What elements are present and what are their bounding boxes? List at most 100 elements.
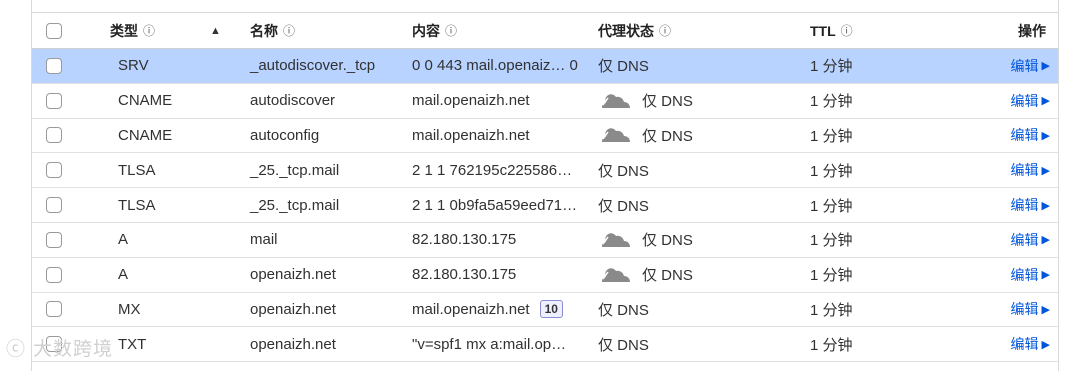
info-icon[interactable]: ⓘ [841,22,853,39]
column-header-content[interactable]: 内容 ⓘ [412,13,595,48]
record-content-text: 2 1 1 0b9fa5a59eed71… [412,196,578,214]
sort-ascending-icon[interactable]: ▲ [210,13,221,48]
record-name: mail [250,231,278,249]
edit-link-label: 编辑 [1010,162,1039,179]
select-all-checkbox[interactable] [46,22,62,39]
edit-link[interactable]: 编辑 ▶ [1011,327,1050,361]
watermark: ⓒ 大数跨境 [6,338,114,360]
proxy-status: 仅 DNS [598,293,649,327]
table-row[interactable]: MX openaizh.net mail.openaizh.net 10 仅 D… [32,293,1058,328]
info-icon[interactable]: ⓘ [445,22,457,39]
sort-arrow-icon: ▲ [210,24,221,37]
proxy-status-label: 仅 DNS [598,301,649,319]
row-select-cell[interactable] [46,188,62,222]
table-row[interactable]: A mail 82.180.130.175 仅 DNS 1 分钟 编辑 ▶ [32,223,1058,258]
row-select-cell[interactable] [46,84,62,118]
edit-link-label: 编辑 [1010,231,1039,248]
proxy-status: 仅 DNS [598,188,649,222]
record-content-text: mail.openaizh.net [412,126,530,144]
table-row[interactable]: CNAME autodiscover mail.openaizh.net 仅 D… [32,84,1058,119]
proxy-status-label: 仅 DNS [642,93,693,111]
column-type-label: 类型 [110,22,138,39]
record-ttl: 1 分钟 [810,232,853,250]
edit-link[interactable]: 编辑 ▶ [1011,258,1050,292]
record-content-overflow: 0 [569,57,578,75]
cloud-gray-icon [602,93,630,108]
record-content-text: 2 1 1 762195c225586… [412,161,573,179]
table-row[interactable]: TLSA _25._tcp.mail 2 1 1 0b9fa5a59eed71…… [32,188,1058,223]
record-name: _25._tcp.mail [250,196,340,214]
row-checkbox[interactable] [46,266,62,283]
triangle-right-icon: ▶ [1041,234,1050,247]
triangle-right-icon: ▶ [1041,95,1050,108]
edit-link-label: 编辑 [1010,336,1039,353]
select-all-cell[interactable] [46,13,62,48]
record-content-text: 82.180.130.175 [412,266,517,284]
record-content: "v=spf1 mx a:mail.op… [412,327,595,361]
edit-link-label: 编辑 [1010,266,1039,283]
record-content-text: 0 0 443 mail.openaiz… [412,57,566,75]
record-type: SRV [118,57,149,75]
table-row[interactable]: TXT openaizh.net "v=spf1 mx a:mail.op… 仅… [32,327,1058,363]
record-ttl: 1 分钟 [810,93,853,111]
record-content-text: "v=spf1 mx a:mail.op… [412,335,567,353]
edit-link[interactable]: 编辑 ▶ [1011,188,1050,222]
column-proxy-label: 代理状态 [598,22,654,39]
edit-link[interactable]: 编辑 ▶ [1011,153,1050,187]
record-ttl: 1 分钟 [810,127,853,145]
row-select-cell[interactable] [46,258,62,292]
row-checkbox[interactable] [46,301,62,318]
record-ttl: 1 分钟 [810,336,853,354]
record-content: 82.180.130.175 [412,223,595,257]
record-name: openaizh.net [250,300,336,318]
column-header-ttl[interactable]: TTL ⓘ [810,13,853,48]
edit-link[interactable]: 编辑 ▶ [1011,49,1050,83]
record-type: TLSA [118,161,156,179]
column-content-label: 内容 [412,22,440,39]
proxy-status-label: 仅 DNS [598,197,649,215]
column-header-proxy[interactable]: 代理状态 ⓘ [598,13,671,48]
table-row[interactable]: SRV _autodiscover._tcp 0 0 443 mail.open… [32,49,1058,84]
record-content: 2 1 1 0b9fa5a59eed71… [412,188,595,222]
edit-link[interactable]: 编辑 ▶ [1011,119,1050,153]
row-checkbox[interactable] [46,197,62,214]
column-header-type[interactable]: 类型 ⓘ [110,13,155,48]
row-checkbox[interactable] [46,231,62,248]
row-select-cell[interactable] [46,49,62,83]
row-select-cell[interactable] [46,223,62,257]
proxy-status-label: 仅 DNS [598,58,649,76]
info-icon[interactable]: ⓘ [143,22,155,39]
edit-link[interactable]: 编辑 ▶ [1011,293,1050,327]
record-type: CNAME [118,92,173,110]
row-select-cell[interactable] [46,293,62,327]
record-name: autoconfig [250,126,320,144]
dns-records-table: 类型 ⓘ ▲ 名称 ⓘ 内容 ⓘ 代理状态 ⓘ TTL ⓘ 操作 SRV _au… [31,0,1059,371]
row-checkbox[interactable] [46,162,62,179]
table-row[interactable]: TLSA _25._tcp.mail 2 1 1 762195c225586… … [32,153,1058,189]
table-header-row: 类型 ⓘ ▲ 名称 ⓘ 内容 ⓘ 代理状态 ⓘ TTL ⓘ 操作 [32,13,1058,49]
row-select-cell[interactable] [46,119,62,153]
edit-link-label: 编辑 [1010,92,1039,109]
record-content: 0 0 443 mail.openaiz… 0 [412,49,595,83]
proxy-status: 仅 DNS [598,327,649,361]
triangle-right-icon: ▶ [1041,164,1050,177]
row-checkbox[interactable] [46,92,62,109]
record-type: TLSA [118,196,156,214]
row-checkbox[interactable] [46,127,62,144]
edit-link[interactable]: 编辑 ▶ [1011,84,1050,118]
table-row[interactable]: A openaizh.net 82.180.130.175 仅 DNS 1 分钟… [32,258,1058,293]
record-type: A [118,231,129,249]
info-icon[interactable]: ⓘ [283,22,295,39]
column-name-label: 名称 [250,22,278,39]
proxy-status: 仅 DNS [598,119,693,153]
record-ttl: 1 分钟 [810,58,853,76]
record-name: openaizh.net [250,266,336,284]
row-checkbox[interactable] [46,57,62,74]
row-select-cell[interactable] [46,153,62,187]
record-name: _autodiscover._tcp [250,57,376,75]
info-icon[interactable]: ⓘ [659,22,671,39]
edit-link[interactable]: 编辑 ▶ [1011,223,1050,257]
table-row[interactable]: CNAME autoconfig mail.openaizh.net 仅 DNS… [32,119,1058,154]
priority-badge: 10 [539,300,563,319]
column-header-name[interactable]: 名称 ⓘ [250,13,295,48]
